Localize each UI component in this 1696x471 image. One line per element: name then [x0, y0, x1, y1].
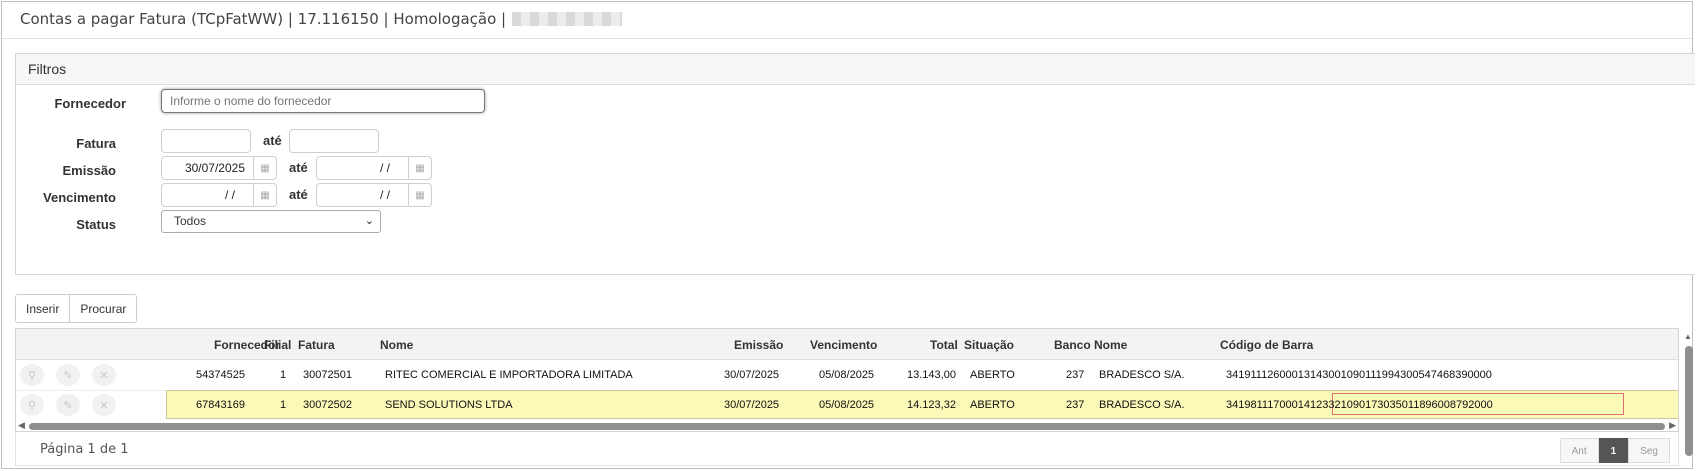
status-select-value: Todos: [174, 214, 207, 228]
cell-banco-nome: BRADESCO S/A.: [1099, 399, 1185, 411]
table-row[interactable]: ⚲ ✎ ✕ 54374525 1 30072501 RITEC COMERCIA…: [16, 360, 1678, 391]
vencimento-to-value: / /: [379, 188, 390, 202]
delete-icon[interactable]: ✕: [92, 394, 116, 416]
table-row-selected[interactable]: ⚲ ✎ ✕ 67843169 1 30072502 SEND SOLUTIONS…: [16, 390, 1678, 420]
emissao-ate-label: até: [289, 160, 308, 175]
vencimento-to-field[interactable]: / / ▦: [316, 183, 432, 207]
vertical-scrollbar[interactable]: ▲: [1684, 330, 1694, 458]
vencimento-from-value: / /: [224, 188, 235, 202]
emissao-to-field[interactable]: / / ▦: [316, 156, 432, 180]
status-select[interactable]: Todos ⌄: [161, 210, 381, 233]
filters-panel-title: Filtros: [16, 54, 1695, 85]
delete-icon[interactable]: ✕: [92, 364, 116, 386]
col-banco[interactable]: Banco: [1054, 338, 1091, 352]
calendar-icon[interactable]: ▦: [408, 184, 431, 206]
calendar-icon[interactable]: ▦: [408, 157, 431, 179]
pagination: Ant 1 Seg: [1559, 438, 1670, 463]
cell-total: 14.123,32: [907, 399, 956, 411]
search-button[interactable]: Procurar: [70, 294, 138, 323]
vertical-scroll-thumb[interactable]: [1685, 346, 1693, 456]
emissao-from-value: 30/07/2025: [184, 161, 245, 175]
edit-icon[interactable]: ✎: [56, 364, 80, 386]
chevron-down-icon: ⌄: [364, 215, 374, 227]
next-page-button[interactable]: Seg: [1628, 438, 1670, 463]
cell-vencimento: 05/08/2025: [819, 399, 875, 411]
insert-button[interactable]: Inserir: [15, 294, 71, 323]
grid-header: Fornecedor Filial Fatura Nome Emissão Ve…: [16, 329, 1678, 360]
cell-situacao: ABERTO: [970, 369, 1015, 381]
cell-fatura: 30072501: [303, 369, 352, 381]
window-title-bar: Contas a pagar Fatura (TCpFatWW) | 17.11…: [20, 10, 623, 28]
col-situacao[interactable]: Situação: [964, 338, 1014, 352]
search-icon[interactable]: ⚲: [20, 364, 44, 386]
col-total[interactable]: Total: [930, 338, 958, 352]
redacted-user-info: [512, 12, 623, 26]
calendar-icon[interactable]: ▦: [253, 157, 276, 179]
vencimento-ate-label: até: [289, 187, 308, 202]
window-title: Contas a pagar Fatura (TCpFatWW) | 17.11…: [20, 10, 507, 28]
fatura-to-input[interactable]: [289, 129, 379, 153]
cell-banco: 237: [1066, 399, 1085, 411]
cell-banco-nome: BRADESCO S/A.: [1099, 369, 1185, 381]
cell-codigo-barra: 3419111260001314300109011199430054746839…: [1226, 369, 1492, 381]
filters-panel: Filtros Fornecedor Fatura até Emissão 30…: [15, 53, 1695, 275]
title-divider: [2, 38, 1692, 39]
grid-toolbar: Inserir Procurar: [15, 294, 138, 323]
status-label: Status: [76, 217, 116, 232]
fornecedor-input[interactable]: [161, 89, 485, 113]
cell-banco: 237: [1066, 369, 1085, 381]
horizontal-scrollbar[interactable]: ◀ ▶: [15, 420, 1679, 432]
prev-page-button[interactable]: Ant: [1559, 438, 1599, 463]
emissao-to-value: / /: [379, 161, 390, 175]
col-fatura[interactable]: Fatura: [298, 338, 335, 352]
cell-situacao: ABERTO: [970, 399, 1015, 411]
col-filial[interactable]: Filial: [264, 338, 291, 352]
vencimento-label: Vencimento: [43, 190, 116, 205]
fatura-ate-label: até: [263, 133, 282, 148]
search-icon[interactable]: ⚲: [20, 394, 44, 416]
calendar-icon[interactable]: ▦: [253, 184, 276, 206]
cell-fornecedor: 54374525: [196, 369, 245, 381]
cell-fatura: 30072502: [303, 399, 352, 411]
invoice-grid: Fornecedor Filial Fatura Nome Emissão Ve…: [15, 328, 1679, 432]
cell-emissao: 30/07/2025: [724, 369, 780, 381]
horizontal-scroll-thumb[interactable]: [29, 423, 1665, 430]
fornecedor-label: Fornecedor: [54, 96, 126, 111]
cell-nome: SEND SOLUTIONS LTDA: [385, 399, 513, 411]
cell-emissao: 30/07/2025: [724, 399, 780, 411]
grid-footer: Página 1 de 1 Ant 1 Seg: [15, 432, 1679, 466]
page-1-button[interactable]: 1: [1598, 438, 1629, 463]
page-info: Página 1 de 1: [40, 442, 129, 457]
col-emissao[interactable]: Emissão: [734, 338, 783, 352]
scroll-up-arrow-icon[interactable]: ▲: [1684, 332, 1692, 341]
col-banco-nome[interactable]: Nome: [1094, 338, 1127, 352]
fatura-from-input[interactable]: [161, 129, 251, 153]
cell-codigo-barra: 3419811170001412332109017303501189600879…: [1226, 399, 1493, 411]
col-vencimento[interactable]: Vencimento: [810, 338, 877, 352]
cell-fornecedor: 67843169: [196, 399, 245, 411]
vencimento-from-field[interactable]: / / ▦: [161, 183, 277, 207]
fatura-label: Fatura: [76, 136, 116, 151]
col-codigo-barra[interactable]: Código de Barra: [1220, 338, 1313, 352]
emissao-from-field[interactable]: 30/07/2025 ▦: [161, 156, 277, 180]
edit-icon[interactable]: ✎: [56, 394, 80, 416]
emissao-label: Emissão: [62, 163, 116, 178]
cell-filial: 1: [280, 399, 287, 411]
cell-nome: RITEC COMERCIAL E IMPORTADORA LIMITADA: [385, 369, 633, 381]
col-nome[interactable]: Nome: [380, 338, 413, 352]
scroll-left-arrow-icon[interactable]: ◀: [18, 420, 25, 431]
scroll-right-arrow-icon[interactable]: ▶: [1669, 420, 1676, 431]
cell-total: 13.143,00: [907, 369, 956, 381]
cell-filial: 1: [280, 369, 287, 381]
cell-vencimento: 05/08/2025: [819, 369, 875, 381]
